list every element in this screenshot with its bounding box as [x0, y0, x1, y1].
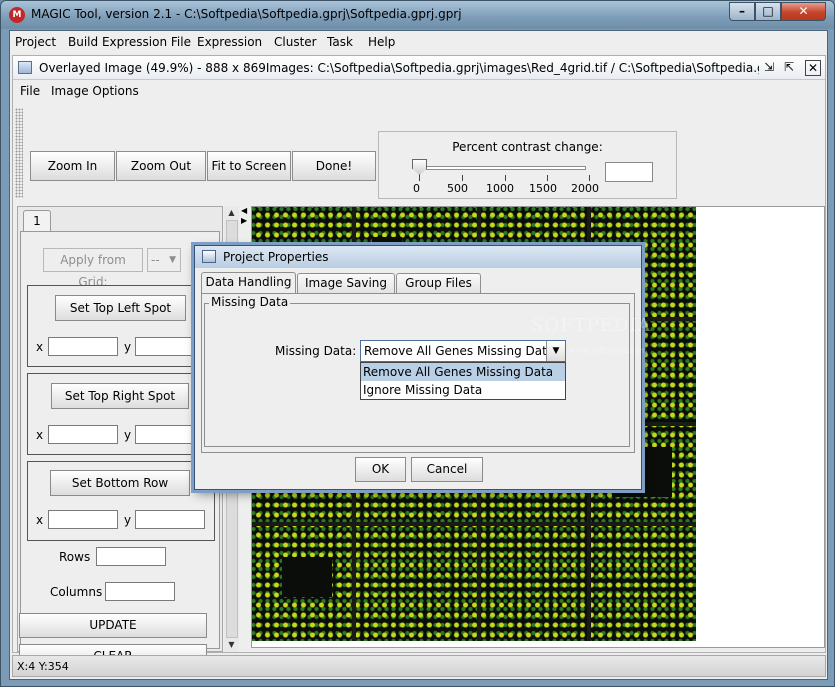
tab-1[interactable]: 1 [23, 210, 51, 232]
close-icon: ✕ [798, 4, 809, 18]
tab-image-saving[interactable]: Image Saving [297, 273, 395, 293]
app-logo-icon: M [9, 7, 25, 23]
contrast-title: Percent contrast change: [452, 140, 603, 154]
main-menubar: Project Build Expression File Expression… [10, 31, 827, 53]
scroll-down-arrow-icon[interactable]: ▼ [225, 638, 238, 651]
contrast-slider-track[interactable] [414, 166, 586, 170]
menu-file[interactable]: File [20, 84, 40, 98]
top-left-x-input[interactable] [48, 337, 118, 356]
y-label: y [124, 428, 132, 442]
contrast-slider-thumb[interactable] [412, 159, 427, 175]
menu-build-expression-file[interactable]: Build Expression File [68, 35, 191, 49]
y-label: y [124, 513, 132, 527]
missing-data-group-title: Missing Data [209, 295, 291, 309]
menu-cluster[interactable]: Cluster [274, 35, 317, 49]
ok-button[interactable]: OK [355, 457, 406, 482]
image-frame-title: Overlayed Image (49.9%) - 888 x 869Image… [39, 61, 759, 75]
frame-icon [18, 61, 32, 74]
option-ignore-missing-data[interactable]: Ignore Missing Data [361, 381, 565, 399]
top-right-x-input[interactable] [48, 425, 118, 444]
rows-label: Rows [59, 550, 91, 564]
option-remove-all-genes[interactable]: Remove All Genes Missing Data [361, 363, 565, 381]
missing-data-combo[interactable]: Remove All Genes Missing Data ▼ [360, 340, 566, 362]
set-bottom-row-button[interactable]: Set Bottom Row [50, 470, 190, 496]
tick-label: 1500 [529, 182, 557, 195]
tick-label: 500 [447, 182, 468, 195]
x-label: x [36, 428, 44, 442]
set-top-left-spot-button[interactable]: Set Top Left Spot [55, 295, 186, 321]
tick-label: 0 [413, 182, 420, 195]
menu-expression[interactable]: Expression [197, 35, 262, 49]
chevron-down-icon: ▼ [169, 255, 176, 265]
top-left-spot-group: Set Top Left Spot x y [27, 285, 215, 367]
minimize-icon: – [739, 4, 745, 18]
minimize-button[interactable]: – [729, 2, 755, 21]
fit-to-screen-button[interactable]: Fit to Screen [207, 151, 291, 181]
grid-tab-body: Apply from Grid: -- ▼ Set Top Left Spot … [19, 231, 220, 669]
set-top-right-spot-button[interactable]: Set Top Right Spot [51, 383, 189, 409]
status-bar: X:4 Y:354 [12, 655, 826, 677]
frame-maximize-button[interactable]: ⇱ [781, 60, 797, 76]
chevron-down-icon[interactable]: ▼ [546, 341, 565, 361]
close-button[interactable]: ✕ [781, 2, 826, 21]
scroll-up-arrow-icon[interactable]: ▲ [225, 206, 238, 219]
bottom-row-y-input[interactable] [135, 510, 205, 529]
tab-group-files[interactable]: Group Files [396, 273, 481, 293]
apply-from-grid-button[interactable]: Apply from Grid: [43, 248, 143, 289]
update-button[interactable]: UPDATE [19, 613, 207, 638]
maximize-icon: □ [762, 4, 774, 18]
image-frame-title-bar[interactable]: Overlayed Image (49.9%) - 888 x 869Image… [13, 56, 825, 80]
watermark-text: SOFTPEDIA [531, 315, 652, 336]
title-bar[interactable]: M MAGIC Tool, version 2.1 - C:\Softpedia… [1, 1, 834, 29]
missing-data-options-list: Remove All Genes Missing Data Ignore Mis… [360, 362, 566, 400]
y-label: y [124, 340, 132, 354]
dialog-title-bar[interactable]: Project Properties [195, 246, 641, 268]
contrast-value-input[interactable] [605, 162, 653, 182]
apply-grid-combo[interactable]: -- ▼ [147, 248, 181, 272]
apply-grid-combo-value: -- [151, 253, 160, 267]
zoom-in-button[interactable]: Zoom In [30, 151, 115, 181]
columns-input[interactable] [105, 582, 175, 601]
top-right-spot-group: Set Top Right Spot x y [27, 373, 215, 455]
missing-data-selected: Remove All Genes Missing Data [364, 344, 555, 358]
zoom-out-button[interactable]: Zoom Out [116, 151, 206, 181]
watermark-url: www.softpedia.com [569, 346, 648, 355]
project-properties-dialog: Project Properties Data Handling Image S… [194, 245, 642, 490]
menu-task[interactable]: Task [327, 35, 353, 49]
image-frame-menubar: File Image Options [13, 81, 825, 101]
splitter-arrows[interactable]: ◀ ▶ [241, 206, 250, 226]
tick-label: 1000 [486, 182, 514, 195]
done-button[interactable]: Done! [292, 151, 376, 181]
columns-label: Columns [50, 585, 103, 599]
cursor-coordinates: X:4 Y:354 [17, 660, 69, 673]
contrast-ticks [419, 175, 590, 181]
contrast-panel: Percent contrast change: 0 500 1000 1500… [378, 131, 677, 199]
dialog-icon [202, 250, 216, 263]
grid-panel: 1 Apply from Grid: -- ▼ Set Top Left Spo… [17, 206, 223, 669]
missing-data-label: Missing Data: [275, 344, 357, 358]
cancel-button[interactable]: Cancel [411, 457, 483, 482]
app-window: M MAGIC Tool, version 2.1 - C:\Softpedia… [0, 0, 835, 687]
menu-help[interactable]: Help [368, 35, 395, 49]
rows-input[interactable] [96, 547, 166, 566]
toolbar-grip[interactable] [15, 108, 23, 198]
tick-label: 2000 [571, 182, 599, 195]
window-title: MAGIC Tool, version 2.1 - C:\Softpedia\S… [31, 7, 462, 21]
bottom-row-group: Set Bottom Row x y [27, 461, 215, 541]
frame-restore-button[interactable]: ⇲ [761, 60, 777, 76]
x-label: x [36, 513, 44, 527]
x-label: x [36, 340, 44, 354]
menu-image-options[interactable]: Image Options [51, 84, 139, 98]
tab-data-handling[interactable]: Data Handling [201, 272, 296, 294]
maximize-button[interactable]: □ [755, 2, 781, 21]
bottom-row-x-input[interactable] [48, 510, 118, 529]
menu-project[interactable]: Project [15, 35, 56, 49]
frame-close-button[interactable]: ✕ [805, 60, 821, 76]
dialog-title: Project Properties [223, 250, 329, 264]
